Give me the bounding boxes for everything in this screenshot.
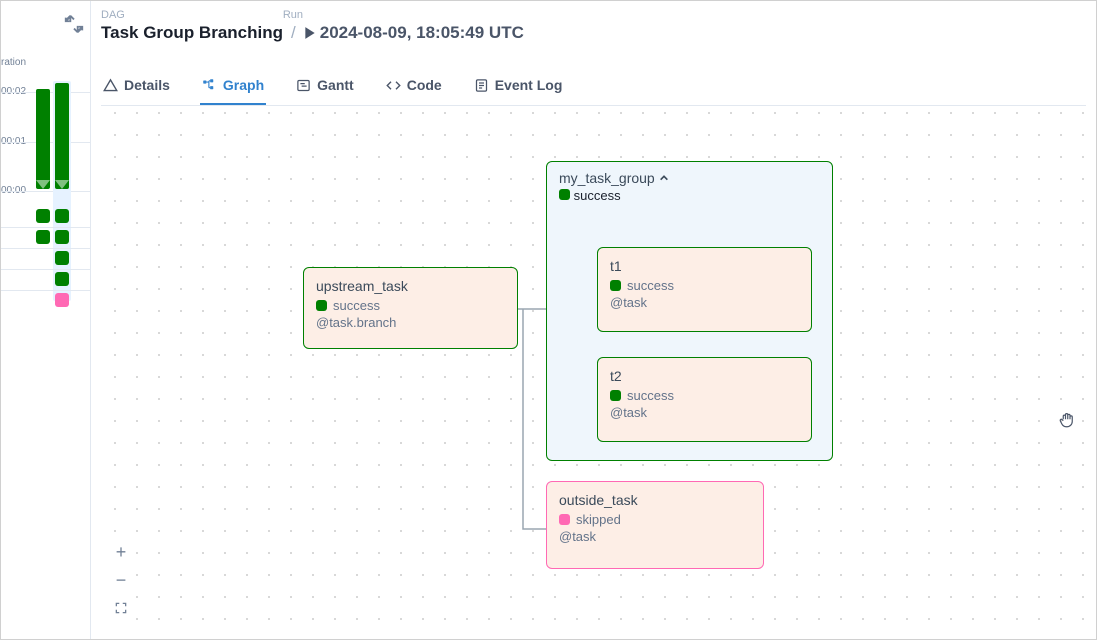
task-node-t1[interactable]: t1 success @task xyxy=(597,247,812,332)
task-decorator: @task xyxy=(559,529,751,544)
tree-status-square[interactable] xyxy=(55,209,69,223)
task-title: t2 xyxy=(610,368,799,384)
status-text: skipped xyxy=(576,512,621,527)
gantt-icon xyxy=(296,78,311,93)
duration-label: ration xyxy=(1,57,26,68)
tab-label: Details xyxy=(124,77,170,93)
tree-status-square[interactable] xyxy=(36,230,50,244)
run-bar-1[interactable] xyxy=(36,89,50,189)
group-title: my_task_group xyxy=(559,170,655,186)
play-icon xyxy=(304,26,316,40)
run-timestamp-text: 2024-08-09, 18:05:49 UTC xyxy=(320,23,524,43)
collapse-tree-icon[interactable] xyxy=(63,13,85,35)
breadcrumb-sep: / xyxy=(291,23,296,43)
tree-status-square[interactable] xyxy=(55,251,69,265)
code-icon xyxy=(386,78,401,93)
pan-cursor-icon xyxy=(1058,411,1076,429)
breadcrumb-run-label: Run xyxy=(133,9,303,21)
status-text: success xyxy=(574,188,621,203)
dag-name[interactable]: Task Group Branching xyxy=(101,23,283,43)
task-node-t2[interactable]: t2 success @task xyxy=(597,357,812,442)
tree-status-square[interactable] xyxy=(36,209,50,223)
status-square-success xyxy=(316,300,327,311)
status-text: success xyxy=(333,298,380,313)
status-text: success xyxy=(627,278,674,293)
graph-icon xyxy=(202,78,217,93)
breadcrumb-labels: DAG Run xyxy=(101,9,1086,21)
status-square-success xyxy=(559,189,570,200)
task-title: t1 xyxy=(610,258,799,274)
run-timestamp[interactable]: 2024-08-09, 18:05:49 UTC xyxy=(304,23,524,43)
chevron-up-icon[interactable] xyxy=(659,173,669,183)
status-square-skipped xyxy=(559,514,570,525)
task-decorator: @task.branch xyxy=(316,315,505,330)
task-title: upstream_task xyxy=(316,278,505,294)
tab-label: Event Log xyxy=(495,77,563,93)
zoom-in-button[interactable]: + xyxy=(108,539,134,565)
zoom-controls: + − xyxy=(108,539,134,621)
breadcrumb-dag-label: DAG xyxy=(101,9,125,21)
header: DAG Run Task Group Branching / 2024-08-0… xyxy=(101,9,1086,43)
task-node-upstream[interactable]: upstream_task success @task.branch xyxy=(303,267,518,349)
tab-label: Gantt xyxy=(317,77,354,93)
task-title: outside_task xyxy=(559,492,751,508)
task-decorator: @task xyxy=(610,405,799,420)
tab-label: Code xyxy=(407,77,442,93)
timeline-panel: ration 00:02 00:01 00:00 xyxy=(1,1,91,639)
run-bar-2[interactable] xyxy=(55,83,69,189)
tree-status-square[interactable] xyxy=(55,293,69,307)
task-decorator: @task xyxy=(610,295,799,310)
fit-screen-button[interactable] xyxy=(108,595,134,621)
tree-status-square[interactable] xyxy=(55,230,69,244)
tree-status-square[interactable] xyxy=(55,272,69,286)
zoom-out-button[interactable]: − xyxy=(108,567,134,593)
graph-canvas[interactable]: upstream_task success @task.branch my_ta… xyxy=(98,99,1088,631)
task-node-outside[interactable]: outside_task skipped @task xyxy=(546,481,764,569)
event-log-icon xyxy=(474,78,489,93)
status-text: success xyxy=(627,388,674,403)
task-group-box[interactable]: my_task_group success t1 success @task t… xyxy=(546,161,833,461)
details-icon xyxy=(103,78,118,93)
status-square-success xyxy=(610,280,621,291)
tab-label: Graph xyxy=(223,77,264,93)
status-square-success xyxy=(610,390,621,401)
